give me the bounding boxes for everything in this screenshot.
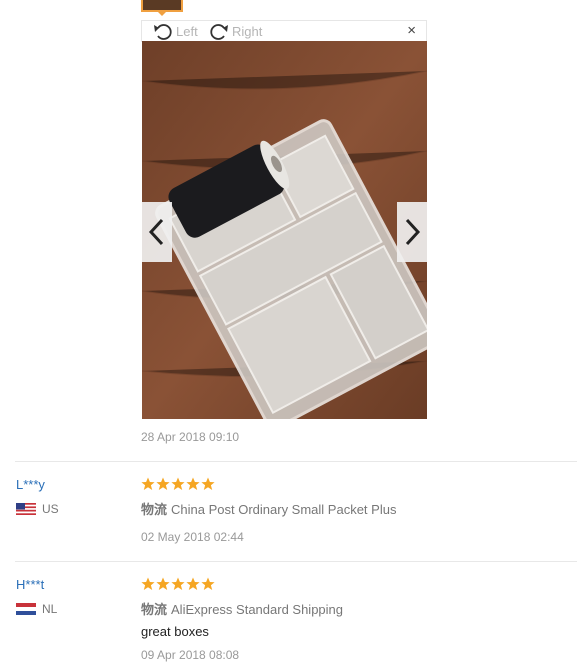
chevron-right-icon (405, 218, 421, 246)
review-divider (15, 561, 577, 562)
review-date: 09 Apr 2018 08:08 (141, 648, 240, 662)
shipping-method: China Post Ordinary Small Packet Plus (171, 502, 397, 517)
star-icon (141, 577, 155, 590)
reviewer-country: US (16, 502, 59, 516)
review-photo-viewer: Left Right × (141, 20, 427, 420)
review-date: 02 May 2018 02:44 (141, 530, 244, 544)
rotate-left-button[interactable]: Left (152, 21, 198, 41)
close-viewer-button[interactable]: × (407, 22, 416, 39)
country-code: NL (42, 602, 58, 616)
star-icon (141, 477, 155, 490)
star-icon (156, 477, 170, 490)
star-rating (141, 477, 215, 491)
rotate-right-icon (210, 24, 228, 40)
country-code: US (42, 502, 59, 516)
review-divider (15, 461, 577, 462)
rotate-left-label: Left (176, 23, 198, 39)
next-photo-button[interactable] (397, 202, 427, 262)
review-text: great boxes (141, 624, 209, 639)
star-icon (156, 577, 170, 590)
photo-review-date: 28 Apr 2018 09:10 (141, 430, 240, 444)
star-icon (201, 477, 215, 490)
nl-flag-icon (16, 603, 36, 615)
star-icon (186, 577, 200, 590)
star-icon (171, 477, 185, 490)
star-icon (201, 577, 215, 590)
reviewer-name[interactable]: H***t (16, 577, 44, 592)
star-icon (186, 477, 200, 490)
shipping-label: 物流 (141, 602, 168, 617)
shipping-info: 物流 China Post Ordinary Small Packet Plus (141, 499, 396, 518)
shipping-info: 物流 AliExpress Standard Shipping (141, 599, 343, 618)
review-photo (142, 41, 427, 419)
reviewer-country: NL (16, 602, 57, 616)
rotate-right-label: Right (232, 23, 263, 39)
chevron-left-icon (148, 218, 164, 246)
shipping-method: AliExpress Standard Shipping (171, 602, 344, 617)
photo-image (142, 41, 427, 419)
reviewer-name[interactable]: L***y (16, 477, 45, 492)
us-flag-icon (16, 503, 36, 515)
rotate-left-icon (154, 24, 172, 40)
previous-photo-button[interactable] (142, 202, 172, 262)
thumbnail-selected-caret (157, 11, 167, 16)
star-rating (141, 577, 215, 591)
shipping-label: 物流 (141, 502, 168, 517)
star-icon (171, 577, 185, 590)
rotate-right-button[interactable]: Right (208, 21, 262, 41)
viewer-toolbar: Left Right × (141, 20, 427, 42)
